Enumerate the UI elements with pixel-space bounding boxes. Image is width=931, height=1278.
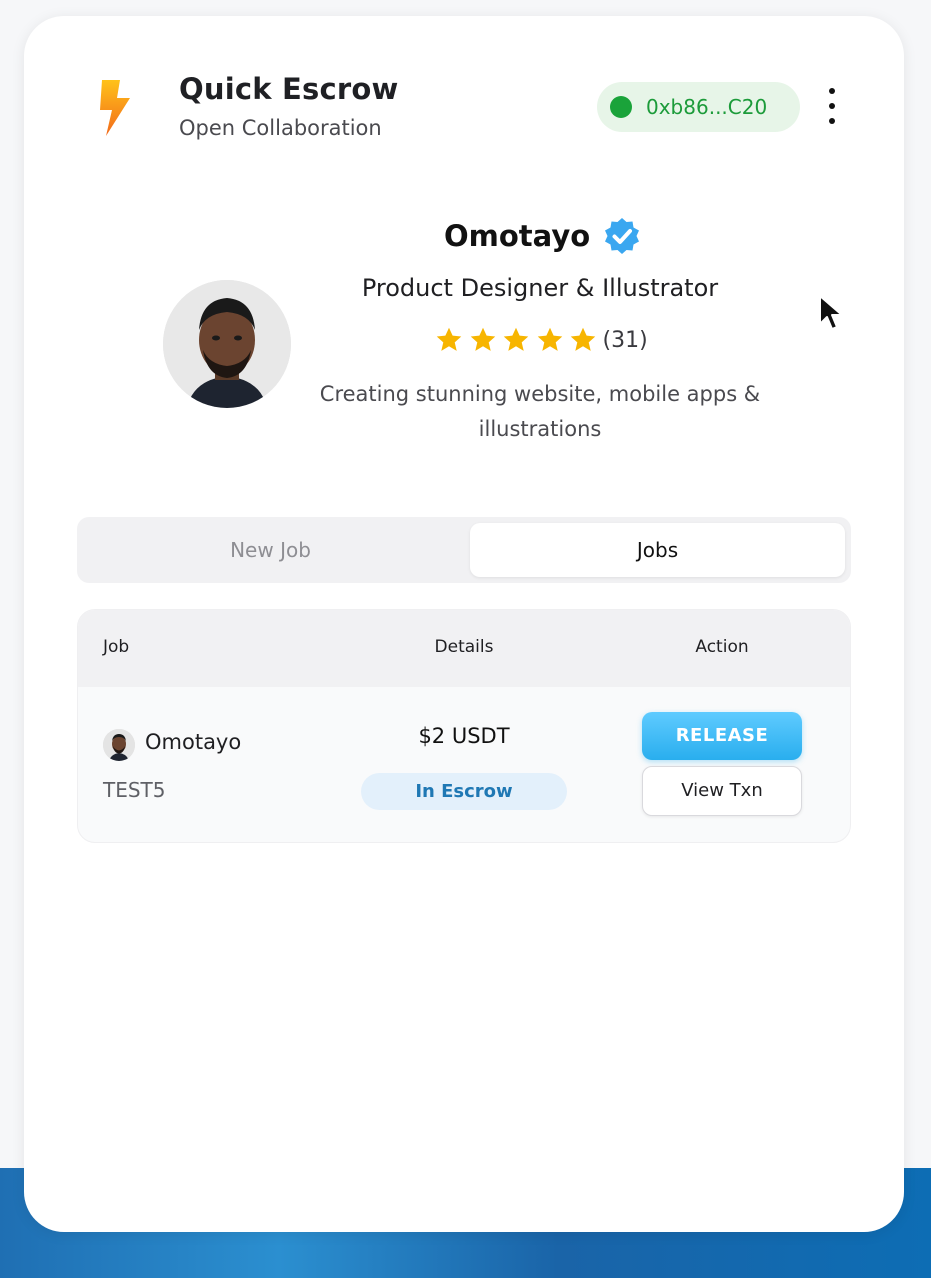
person-photo-icon: [103, 729, 135, 761]
job-amount: $2 USDT: [418, 724, 510, 748]
tab-bar: New Job Jobs: [77, 517, 851, 583]
jobs-table: Job Details Action Omotayo TEST5 $2 USDT…: [77, 609, 851, 843]
client-avatar: [103, 729, 135, 761]
tab-jobs[interactable]: Jobs: [470, 523, 845, 577]
profile-name-row: Omotayo: [444, 216, 642, 256]
star-icon: [570, 327, 596, 351]
profile-name: Omotayo: [444, 219, 591, 253]
release-button[interactable]: RELEASE: [642, 712, 802, 760]
kebab-menu-icon[interactable]: [820, 86, 844, 126]
table-header: Job Details Action: [78, 610, 850, 687]
star-icon: [537, 327, 562, 351]
job-code: TEST5: [103, 778, 166, 802]
star-icon: [503, 327, 529, 351]
star-icon: [470, 327, 495, 351]
profile-avatar: [163, 280, 291, 408]
profile-role: Product Designer & Illustrator: [361, 274, 719, 302]
column-header-job: Job: [103, 637, 130, 657]
app-title: Quick Escrow: [179, 72, 399, 106]
mouse-pointer-icon: [819, 295, 843, 330]
lightning-bolt-icon: [100, 80, 130, 136]
wallet-address-button[interactable]: 0xb86...C20: [597, 82, 800, 132]
verified-badge-icon: [605, 218, 640, 254]
escrow-panel: Quick Escrow Open Collaboration 0xb86...…: [24, 16, 904, 1232]
view-txn-button[interactable]: View Txn: [642, 766, 802, 816]
client-name: Omotayo: [145, 730, 242, 754]
wallet-address: 0xb86...C20: [646, 95, 768, 119]
profile-bio: Creating stunning website, mobile apps &…: [319, 382, 761, 441]
rating-count: (31): [602, 327, 648, 353]
rating: (31): [435, 326, 648, 354]
column-header-details: Details: [434, 637, 494, 657]
tab-new-job[interactable]: New Job: [83, 523, 458, 577]
status-badge: In Escrow: [361, 773, 567, 810]
column-header-action: Action: [695, 637, 749, 657]
star-icon: [436, 327, 462, 351]
app-subtitle: Open Collaboration: [179, 116, 382, 140]
connected-status-dot: [610, 96, 632, 118]
person-photo-icon: [163, 280, 291, 408]
